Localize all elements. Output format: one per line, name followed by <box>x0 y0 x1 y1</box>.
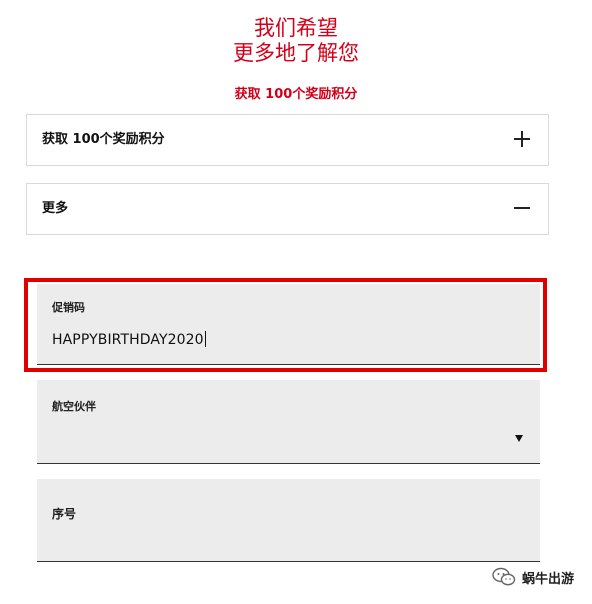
airline-partner-select[interactable]: 航空伙伴 <box>37 380 540 464</box>
accordion-more[interactable]: 更多 <box>26 183 549 235</box>
text-cursor <box>204 331 206 347</box>
page-title-line1: 我们希望 <box>254 16 338 40</box>
page-title-line2: 更多地了解您 <box>233 41 359 65</box>
accordion-more-label: 更多 <box>42 201 69 216</box>
watermark-text: 蜗牛出游 <box>521 571 574 587</box>
accordion-reward-points[interactable]: 获取 100个奖励积分 <box>26 114 549 166</box>
serial-number-field[interactable]: 序号 <box>37 479 540 562</box>
airline-partner-label: 航空伙伴 <box>52 400 96 413</box>
accordion-reward-points-label: 获取 100个奖励积分 <box>42 132 165 147</box>
wechat-icon <box>492 567 516 586</box>
watermark: 蜗牛出游 <box>492 566 574 588</box>
promo-code-label: 促销码 <box>52 301 85 314</box>
page-subtitle: 获取 100个奖励积分 <box>234 87 358 102</box>
promo-code-field[interactable]: 促销码 HAPPYBIRTHDAY2020 <box>37 284 540 365</box>
promo-code-value: HAPPYBIRTHDAY2020 <box>52 332 204 348</box>
serial-number-label: 序号 <box>52 507 77 521</box>
minus-icon[interactable] <box>514 200 530 216</box>
plus-icon[interactable] <box>514 131 530 147</box>
dropdown-arrow-icon[interactable] <box>515 435 523 442</box>
page-title: 我们希望 更多地了解您 <box>0 16 592 66</box>
promo-code-input[interactable]: HAPPYBIRTHDAY2020 <box>52 331 206 348</box>
